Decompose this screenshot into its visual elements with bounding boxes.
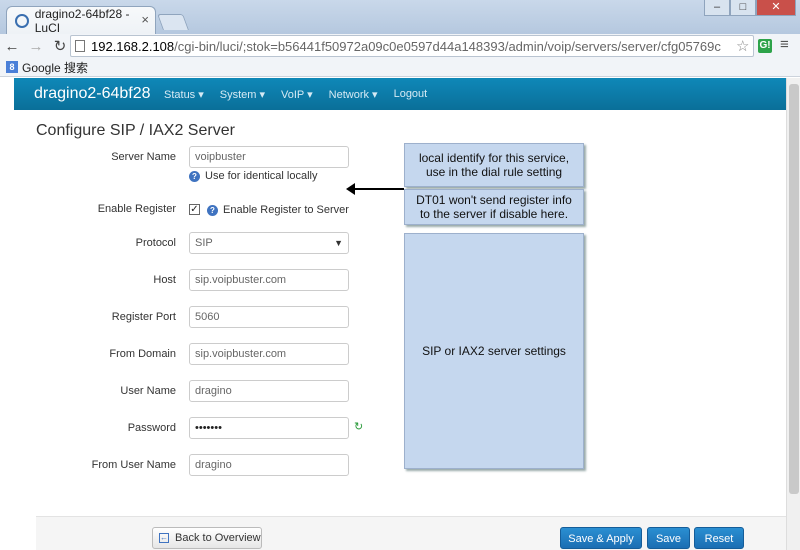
back-arrow-icon[interactable]: ← [0, 38, 24, 55]
host-input[interactable] [189, 269, 349, 291]
protocol-label: Protocol [135, 237, 176, 249]
save-apply-button[interactable]: Save & Apply [560, 527, 642, 549]
nav-network[interactable]: Network ▾ [329, 88, 378, 101]
browser-tabstrip: dragino2-64bf28 - LuCI × – □ ✕ [0, 0, 800, 35]
help-icon: ? [207, 204, 218, 216]
back-to-overview-button[interactable]: ← Back to Overview [152, 527, 262, 549]
tab-title: dragino2-64bf28 - LuCI [34, 6, 130, 35]
callout-server-settings: SIP or IAX2 server settings [404, 233, 584, 469]
help-icon: ? [189, 170, 200, 182]
password-input[interactable] [189, 417, 349, 439]
url-host: 192.168.2.108 [91, 38, 175, 54]
page: dragino2-64bf28 Status ▾ System ▾ VoIP ▾… [0, 78, 800, 550]
brand[interactable]: dragino2-64bf28 [14, 85, 164, 103]
scrollbar-thumb[interactable] [789, 84, 799, 494]
reveal-password-icon[interactable]: ↻ [354, 422, 365, 433]
new-tab-button[interactable] [157, 14, 189, 30]
enable-register-hint-text: Enable Register to Server [223, 204, 349, 216]
form-actions: ← Back to Overview Save & Apply Save Res… [36, 516, 786, 550]
enable-register-hint: ? Enable Register to Server [207, 204, 349, 216]
user-name-input[interactable] [189, 380, 349, 402]
user-name-label: User Name [120, 385, 176, 397]
annotation-arrow-icon [346, 183, 404, 195]
save-button[interactable]: Save [647, 527, 690, 549]
protocol-select[interactable]: SIP ▼ [189, 232, 349, 254]
luci-favicon-icon [15, 13, 29, 28]
maximize-button[interactable]: □ [730, 0, 756, 16]
bookmarks-bar: 8 Google 搜索 [0, 58, 800, 77]
from-user-name-input[interactable] [189, 454, 349, 476]
back-icon: ← [159, 533, 169, 543]
protocol-value: SIP [195, 237, 213, 249]
tab-close-icon[interactable]: × [141, 12, 149, 27]
password-label: Password [127, 422, 176, 434]
back-to-overview-label: Back to Overview [175, 532, 261, 544]
extension-icon[interactable]: G! [758, 39, 772, 53]
browser-toolbar: ← → ↻ 192.168.2.108 /cgi-bin/luci/;stok=… [0, 34, 800, 58]
address-bar[interactable]: 192.168.2.108 /cgi-bin/luci/;stok=b56441… [70, 35, 754, 57]
nav-logout[interactable]: Logout [394, 88, 428, 100]
register-port-label: Register Port [111, 311, 176, 323]
luci-navbar: dragino2-64bf28 Status ▾ System ▾ VoIP ▾… [14, 78, 786, 110]
callout-server-name: local identify for this service, use in … [404, 143, 584, 187]
page-scrollbar[interactable] [786, 78, 800, 550]
url-path: /cgi-bin/luci/;stok=b56441f50972a09c0e05… [174, 38, 721, 54]
enable-register-checkbox[interactable]: ✓ [189, 204, 200, 215]
nav-status[interactable]: Status ▾ [164, 88, 204, 101]
minimize-button[interactable]: – [704, 0, 730, 16]
close-window-button[interactable]: ✕ [756, 0, 796, 16]
server-name-hint: ? Use for identical locally [189, 170, 318, 182]
form-content: Configure SIP / IAX2 Server Server Name … [36, 110, 786, 550]
nav-voip[interactable]: VoIP ▾ [281, 88, 313, 101]
chevron-down-icon: ▼ [334, 238, 343, 248]
register-port-input[interactable] [189, 306, 349, 328]
window-controls: – □ ✕ [704, 0, 796, 16]
page-info-icon[interactable] [75, 40, 85, 52]
server-name-label: Server Name [111, 151, 176, 163]
reset-button[interactable]: Reset [694, 527, 744, 549]
page-title: Configure SIP / IAX2 Server [36, 122, 235, 139]
browser-tab[interactable]: dragino2-64bf28 - LuCI × [6, 6, 156, 35]
bookmark-star-icon[interactable]: ☆ [736, 37, 749, 55]
from-domain-label: From Domain [109, 348, 176, 360]
enable-register-label: Enable Register [97, 203, 176, 215]
from-user-name-label: From User Name [91, 459, 176, 471]
callout-register: DT01 won't send register info to the ser… [404, 189, 584, 225]
nav-system[interactable]: System ▾ [220, 88, 265, 101]
bookmark-google-search[interactable]: Google 搜索 [22, 59, 88, 76]
host-label: Host [153, 274, 176, 286]
browser-menu-icon[interactable]: ≡ [780, 36, 789, 53]
reload-icon[interactable]: ↻ [48, 37, 72, 55]
server-name-hint-text: Use for identical locally [205, 170, 318, 182]
from-domain-input[interactable] [189, 343, 349, 365]
google-icon: 8 [6, 61, 18, 73]
server-name-input[interactable] [189, 146, 349, 168]
forward-arrow-icon[interactable]: → [24, 38, 48, 55]
